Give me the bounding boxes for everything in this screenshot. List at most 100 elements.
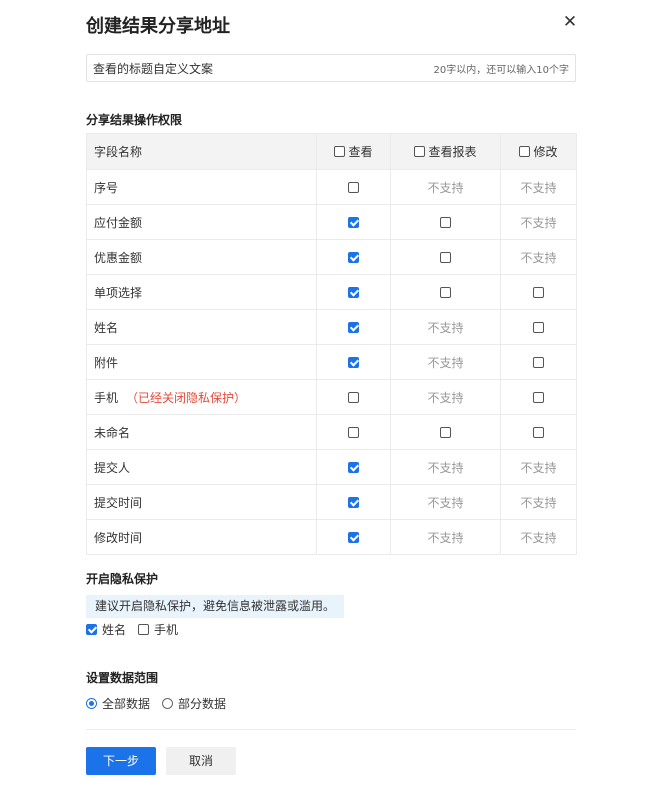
table-row: 提交人 不支持 不支持: [86, 449, 577, 485]
modify-cell: 不支持: [500, 169, 577, 205]
modify-checkbox[interactable]: [533, 357, 544, 368]
header-modify[interactable]: 修改: [500, 133, 577, 170]
modify-checkbox[interactable]: [533, 427, 544, 438]
view-checkbox[interactable]: [348, 392, 359, 403]
field-name: 姓名: [94, 320, 119, 335]
view-report-cell: 不支持: [390, 449, 501, 485]
modify-cell: [500, 379, 577, 415]
field-name-cell: 提交时间: [86, 484, 317, 520]
next-button[interactable]: 下一步: [86, 747, 156, 775]
view-cell: [316, 344, 391, 380]
view-report-checkbox[interactable]: [440, 287, 451, 298]
view-checkbox[interactable]: [348, 427, 359, 438]
view-report-cell: 不支持: [390, 519, 501, 555]
header-view-label: 查看: [348, 145, 373, 159]
view-checkbox[interactable]: [348, 182, 359, 193]
privacy-phone-checkbox[interactable]: [138, 624, 150, 635]
table-row: 附件 不支持: [86, 344, 577, 380]
view-report-cell: 不支持: [390, 344, 501, 380]
permissions-section-title: 分享结果操作权限: [86, 113, 183, 127]
privacy-name-checkbox[interactable]: [86, 624, 97, 635]
permissions-table: 字段名称 查看 查看报表 修改 序号 不支持 不支持 应付金额 不支持 优惠金额 不支持 单项…: [86, 133, 577, 555]
privacy-phone-label: 手机: [154, 623, 179, 637]
view-report-cell: 不支持: [390, 169, 501, 205]
modify-cell: [500, 414, 577, 450]
char-count-hint: 20字以内，还可以输入10个字: [433, 64, 569, 76]
modify-cell: [500, 344, 577, 380]
view-report-checkbox[interactable]: [440, 217, 451, 228]
not-supported-label: 不支持: [520, 250, 557, 265]
field-name-cell: 单项选择: [86, 274, 317, 310]
view-checkbox[interactable]: [348, 462, 359, 473]
view-report-all-checkbox[interactable]: [414, 146, 426, 157]
privacy-option-name[interactable]: 姓名: [86, 621, 126, 638]
modify-checkbox[interactable]: [533, 287, 544, 298]
privacy-tip: 建议开启隐私保护，避免信息被泄露或滥用。: [86, 595, 345, 618]
field-name-cell: 优惠金额: [86, 239, 317, 275]
table-row: 优惠金额 不支持: [86, 239, 577, 275]
view-report-cell: 不支持: [390, 309, 501, 345]
field-name: 优惠金额: [94, 250, 143, 265]
view-checkbox[interactable]: [348, 532, 359, 543]
privacy-off-note: （已经关闭隐私保护）: [126, 390, 247, 405]
header-view-report[interactable]: 查看报表: [390, 133, 501, 170]
modify-all-checkbox[interactable]: [519, 146, 531, 157]
cancel-button[interactable]: 取消: [166, 747, 236, 775]
table-row: 应付金额 不支持: [86, 204, 577, 240]
header-view[interactable]: 查看: [316, 133, 391, 170]
view-checkbox[interactable]: [348, 252, 359, 263]
table-row: 未命名: [86, 414, 577, 450]
field-name-cell: 提交人: [86, 449, 317, 485]
field-name-cell: 手机 （已经关闭隐私保护）: [86, 379, 317, 415]
view-report-cell: [390, 414, 501, 450]
modify-checkbox[interactable]: [533, 322, 544, 333]
modify-cell: 不支持: [500, 449, 577, 485]
field-name-cell: 未命名: [86, 414, 317, 450]
view-checkbox[interactable]: [348, 322, 359, 333]
range-partial-radio[interactable]: [162, 698, 174, 709]
table-row: 手机 （已经关闭隐私保护） 不支持: [86, 379, 577, 415]
header-view-report-label: 查看报表: [428, 145, 477, 159]
field-name: 提交时间: [94, 495, 143, 510]
field-name: 手机: [94, 390, 119, 405]
field-name: 单项选择: [94, 285, 143, 300]
view-cell: [316, 204, 391, 240]
view-report-checkbox[interactable]: [440, 427, 451, 438]
modify-cell: 不支持: [500, 204, 577, 240]
modify-cell: 不支持: [500, 239, 577, 275]
view-checkbox[interactable]: [348, 357, 359, 368]
view-checkbox[interactable]: [348, 287, 359, 298]
not-supported-label: 不支持: [427, 320, 464, 335]
view-report-checkbox[interactable]: [440, 252, 451, 263]
modify-checkbox[interactable]: [533, 392, 544, 403]
view-report-cell: 不支持: [390, 379, 501, 415]
view-cell: [316, 519, 391, 555]
view-cell: [316, 449, 391, 485]
data-range-options: 全部数据 部分数据: [86, 695, 238, 712]
range-all-radio[interactable]: [86, 698, 97, 709]
view-checkbox[interactable]: [348, 217, 359, 228]
not-supported-label: 不支持: [520, 460, 557, 475]
view-cell: [316, 309, 391, 345]
permissions-header-row: 字段名称 查看 查看报表 修改: [86, 133, 577, 170]
table-row: 序号 不支持 不支持: [86, 169, 577, 205]
share-title-value: 查看的标题自定义文案: [93, 61, 214, 76]
data-range-section-title: 设置数据范围: [86, 671, 159, 685]
field-name: 提交人: [94, 460, 131, 475]
close-icon[interactable]: ✕: [560, 12, 580, 32]
view-checkbox[interactable]: [348, 497, 359, 508]
view-all-checkbox[interactable]: [334, 146, 346, 157]
view-cell: [316, 484, 391, 520]
modify-cell: 不支持: [500, 484, 577, 520]
field-name-cell: 姓名: [86, 309, 317, 345]
footer-divider: [86, 729, 576, 730]
range-option-partial[interactable]: 部分数据: [162, 695, 226, 712]
range-option-all[interactable]: 全部数据: [86, 695, 150, 712]
privacy-option-phone[interactable]: 手机: [138, 621, 178, 638]
view-report-cell: [390, 274, 501, 310]
header-modify-label: 修改: [533, 145, 558, 159]
table-row: 姓名 不支持: [86, 309, 577, 345]
field-name-cell: 应付金额: [86, 204, 317, 240]
range-partial-label: 部分数据: [178, 697, 227, 711]
share-title-input[interactable]: 查看的标题自定义文案 20字以内，还可以输入10个字: [86, 54, 576, 82]
